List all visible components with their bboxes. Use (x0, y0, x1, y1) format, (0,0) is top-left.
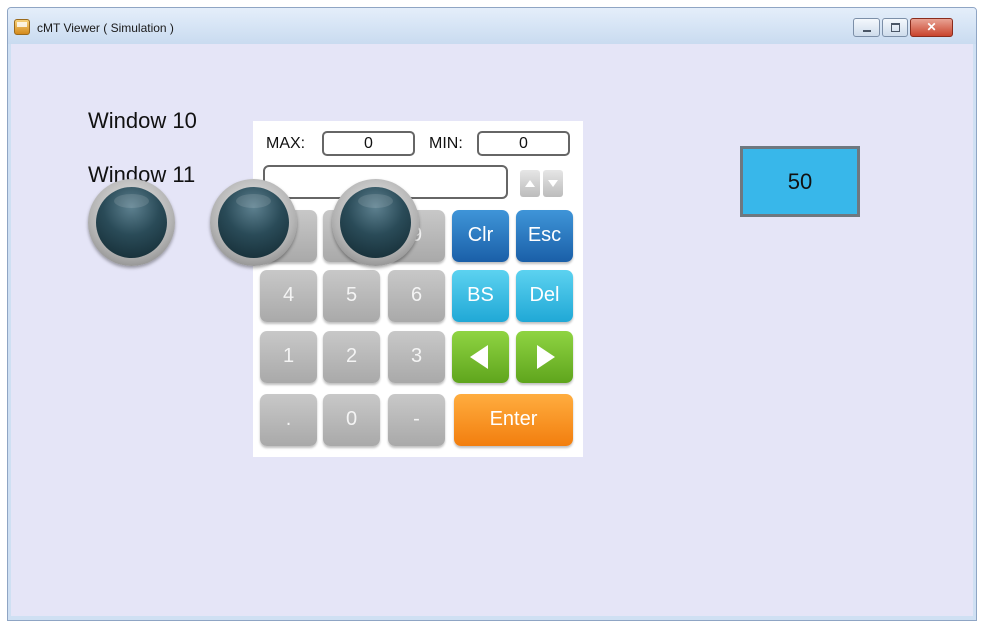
key-6[interactable]: 6 (388, 270, 445, 322)
escape-button[interactable]: Esc (516, 210, 573, 262)
cursor-left-button[interactable] (452, 331, 509, 383)
numeric-display-value: 50 (787, 169, 813, 194)
key-4[interactable]: 4 (260, 270, 317, 322)
indicator-lamp-1[interactable] (88, 179, 175, 266)
key-minus[interactable]: - (388, 394, 445, 446)
window-10-label: Window 10 (88, 108, 197, 133)
title-bar[interactable]: cMT Viewer ( Simulation ) ✕ (8, 8, 976, 44)
delete-button[interactable]: Del (516, 270, 573, 322)
arrow-left-icon (470, 345, 488, 369)
lamp-lens (340, 187, 411, 258)
min-label: MIN: (429, 135, 463, 152)
lamp-lens (218, 187, 289, 258)
minimize-button[interactable] (853, 18, 880, 37)
app-icon (14, 19, 30, 35)
min-value-field: 0 (477, 131, 570, 156)
arrow-right-icon (537, 345, 555, 369)
close-button[interactable]: ✕ (910, 18, 953, 37)
minimize-icon (863, 30, 871, 32)
numeric-keypad: MAX: 0 MIN: 0 7 8 9 Clr Esc 4 5 6 BS Del… (253, 121, 583, 457)
numeric-display[interactable]: 50 (740, 146, 860, 217)
key-0[interactable]: 0 (323, 394, 380, 446)
arrow-up-icon (525, 180, 535, 187)
key-5[interactable]: 5 (323, 270, 380, 322)
lamp-lens (96, 187, 167, 258)
maximize-icon (891, 23, 900, 32)
max-label: MAX: (266, 135, 306, 152)
indicator-lamp-2[interactable] (210, 179, 297, 266)
indicator-lamp-3[interactable] (332, 179, 419, 266)
backspace-button[interactable]: BS (452, 270, 509, 322)
arrow-down-icon (548, 180, 558, 187)
clear-button[interactable]: Clr (452, 210, 509, 262)
close-icon: ✕ (926, 20, 937, 34)
max-value-field: 0 (322, 131, 415, 156)
key-2[interactable]: 2 (323, 331, 380, 383)
key-dot[interactable]: . (260, 394, 317, 446)
window-title: cMT Viewer ( Simulation ) (37, 21, 174, 35)
enter-button[interactable]: Enter (454, 394, 573, 446)
cursor-right-button[interactable] (516, 331, 573, 383)
scroll-up-button[interactable] (520, 170, 540, 197)
key-3[interactable]: 3 (388, 331, 445, 383)
maximize-button[interactable] (882, 18, 908, 37)
key-1[interactable]: 1 (260, 331, 317, 383)
scroll-down-button[interactable] (543, 170, 563, 197)
